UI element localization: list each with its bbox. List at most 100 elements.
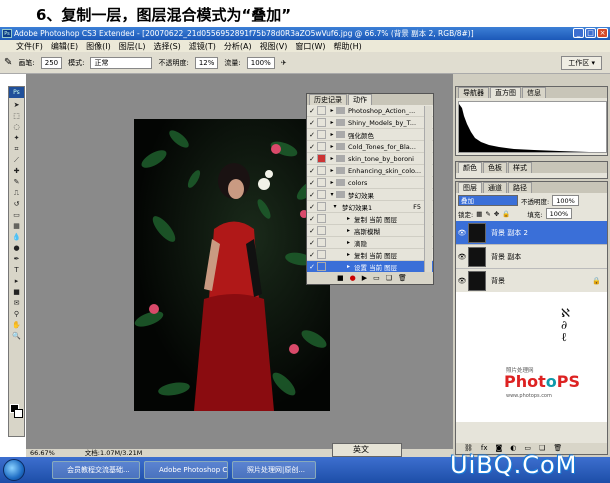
- expand-triangle-icon[interactable]: ▸: [328, 155, 336, 162]
- expand-triangle-icon[interactable]: ▸: [328, 143, 336, 150]
- action-row[interactable]: ✓ ▸ Enhancing_skin_colo...: [307, 165, 433, 177]
- slice-tool-icon[interactable]: ⟋: [10, 155, 23, 165]
- tab-layers[interactable]: 图层: [458, 182, 482, 193]
- airbrush-icon[interactable]: ✈: [281, 59, 287, 67]
- path-selection-tool-icon[interactable]: ▸: [10, 276, 23, 286]
- eyedropper-tool-icon[interactable]: ⚲: [10, 309, 23, 319]
- action-row[interactable]: ✓ ▸ Cold_Tones_for_Bla...: [307, 141, 433, 153]
- tab-histogram[interactable]: 直方图: [490, 87, 521, 98]
- magic-wand-tool-icon[interactable]: ✦: [10, 133, 23, 143]
- checkmark-icon[interactable]: ✓: [307, 107, 317, 115]
- dialog-toggle[interactable]: [317, 238, 326, 247]
- type-tool-icon[interactable]: T: [10, 265, 23, 275]
- gradient-tool-icon[interactable]: ▦: [10, 221, 23, 231]
- delete-icon[interactable]: 🗑: [398, 272, 407, 284]
- dialog-toggle[interactable]: [317, 106, 326, 115]
- checkmark-icon[interactable]: ✓: [307, 155, 317, 163]
- menu-item-file[interactable]: 文件(F): [16, 41, 43, 52]
- expand-triangle-icon[interactable]: ▸: [328, 131, 336, 138]
- taskbar-item-photoshop[interactable]: Adobe Photoshop CS...: [144, 461, 228, 479]
- menu-item-image[interactable]: 图像(I): [86, 41, 111, 52]
- action-step-row[interactable]: ✓ ▸ 复制 当前 图层: [307, 249, 433, 261]
- dodge-tool-icon[interactable]: ●: [10, 243, 23, 253]
- lock-pixels-icon[interactable]: ✎: [485, 210, 490, 218]
- action-row[interactable]: ✓ ▾ 梦幻效果: [307, 189, 433, 201]
- expand-triangle-icon[interactable]: ▸: [328, 167, 336, 174]
- zoom-tool-icon[interactable]: 🔍: [10, 331, 23, 341]
- blur-tool-icon[interactable]: 💧: [10, 232, 23, 242]
- layer-opacity-field[interactable]: 100%: [552, 195, 579, 206]
- action-row[interactable]: ✓ ▾ 梦幻效果1 F5: [307, 201, 433, 213]
- checkmark-icon[interactable]: ✓: [307, 179, 317, 187]
- checkmark-icon[interactable]: ✓: [307, 251, 317, 259]
- taskbar-item[interactable]: 照片处理网|原创...: [232, 461, 316, 479]
- menu-item-analysis[interactable]: 分析(A): [224, 41, 252, 52]
- lock-transparency-icon[interactable]: ▦: [476, 210, 482, 218]
- action-row[interactable]: ✓ ▸ skin_tone_by_boroni: [307, 153, 433, 165]
- tab-paths[interactable]: 路径: [508, 182, 532, 193]
- checkmark-icon[interactable]: ✓: [307, 191, 317, 199]
- menu-item-filter[interactable]: 滤镜(T): [189, 41, 216, 52]
- shape-tool-icon[interactable]: ■: [10, 287, 23, 297]
- menu-item-edit[interactable]: 编辑(E): [51, 41, 78, 52]
- brush-tool-icon[interactable]: ✎: [10, 177, 23, 187]
- dialog-toggle[interactable]: [317, 214, 326, 223]
- dialog-toggle[interactable]: [317, 250, 326, 259]
- eraser-tool-icon[interactable]: ▭: [10, 210, 23, 220]
- dialog-toggle[interactable]: [317, 130, 326, 139]
- pen-tool-icon[interactable]: ✒: [10, 254, 23, 264]
- checkmark-icon[interactable]: ✓: [307, 263, 317, 271]
- opacity-field[interactable]: 12%: [194, 56, 219, 69]
- expand-triangle-icon[interactable]: ▸: [328, 119, 336, 126]
- lasso-tool-icon[interactable]: ◌: [10, 122, 23, 132]
- checkmark-icon[interactable]: ✓: [307, 215, 317, 223]
- action-step-row[interactable]: ✓ ▸ 高斯模糊: [307, 225, 433, 237]
- brush-size-picker[interactable]: 250: [40, 56, 63, 69]
- expand-triangle-icon[interactable]: ▸: [328, 179, 336, 186]
- action-row[interactable]: ✓ ▸ Shiny_Models_by_T...: [307, 117, 433, 129]
- checkmark-icon[interactable]: ✓: [307, 227, 317, 235]
- menu-item-view[interactable]: 视图(V): [260, 41, 288, 52]
- dialog-toggle[interactable]: [317, 262, 326, 271]
- eye-icon[interactable]: 👁: [456, 253, 468, 261]
- dialog-toggle[interactable]: [317, 178, 326, 187]
- expand-triangle-icon[interactable]: ▸: [328, 251, 354, 258]
- action-step-row[interactable]: ✓ ▸ 滴隐: [307, 237, 433, 249]
- record-icon[interactable]: ●: [350, 272, 356, 284]
- photoshop-logo-icon[interactable]: Ps: [9, 87, 24, 98]
- eye-icon[interactable]: 👁: [456, 229, 468, 237]
- checkmark-icon[interactable]: ✓: [307, 131, 317, 139]
- layer-row[interactable]: 👁 背景 🔒: [456, 269, 607, 293]
- lock-position-icon[interactable]: ✥: [494, 210, 499, 218]
- stamp-tool-icon[interactable]: ⎍: [10, 188, 23, 198]
- eye-icon[interactable]: 👁: [456, 277, 468, 285]
- background-color-swatch[interactable]: [14, 409, 23, 418]
- new-action-icon[interactable]: ❏: [386, 272, 392, 284]
- start-button[interactable]: [3, 459, 25, 481]
- brush-tool-icon[interactable]: ✎: [4, 57, 12, 68]
- tab-swatches[interactable]: 色板: [483, 162, 507, 173]
- maximize-button[interactable]: □: [585, 28, 596, 38]
- action-step-row[interactable]: ✓ ▸ 复制 当前 图层: [307, 213, 433, 225]
- menu-item-layer[interactable]: 图层(L): [119, 41, 146, 52]
- dialog-toggle[interactable]: [317, 142, 326, 151]
- tab-actions[interactable]: 动作: [348, 94, 372, 105]
- checkmark-icon[interactable]: ✓: [307, 203, 317, 211]
- minimize-button[interactable]: _: [573, 28, 584, 38]
- fill-field[interactable]: 100%: [545, 208, 573, 219]
- action-row[interactable]: ✓ ▸ colors: [307, 177, 433, 189]
- expand-triangle-icon[interactable]: ▾: [328, 203, 342, 210]
- expand-triangle-icon[interactable]: ▸: [328, 227, 354, 234]
- expand-triangle-icon[interactable]: ▾: [328, 191, 336, 198]
- lock-all-icon[interactable]: 🔒: [502, 210, 510, 218]
- flow-field[interactable]: 100%: [246, 56, 275, 69]
- tab-history[interactable]: 历史记录: [309, 94, 347, 105]
- checkmark-icon[interactable]: ✓: [307, 143, 317, 151]
- crop-tool-icon[interactable]: ⌗: [10, 144, 23, 154]
- menu-item-help[interactable]: 帮助(H): [334, 41, 362, 52]
- layer-row-selected[interactable]: 👁 背景 副本 2: [456, 221, 607, 245]
- hand-tool-icon[interactable]: ✋: [10, 320, 23, 330]
- expand-triangle-icon[interactable]: ▸: [328, 215, 354, 222]
- blend-mode-select[interactable]: 叠加: [458, 195, 518, 206]
- expand-triangle-icon[interactable]: ▸: [328, 107, 336, 114]
